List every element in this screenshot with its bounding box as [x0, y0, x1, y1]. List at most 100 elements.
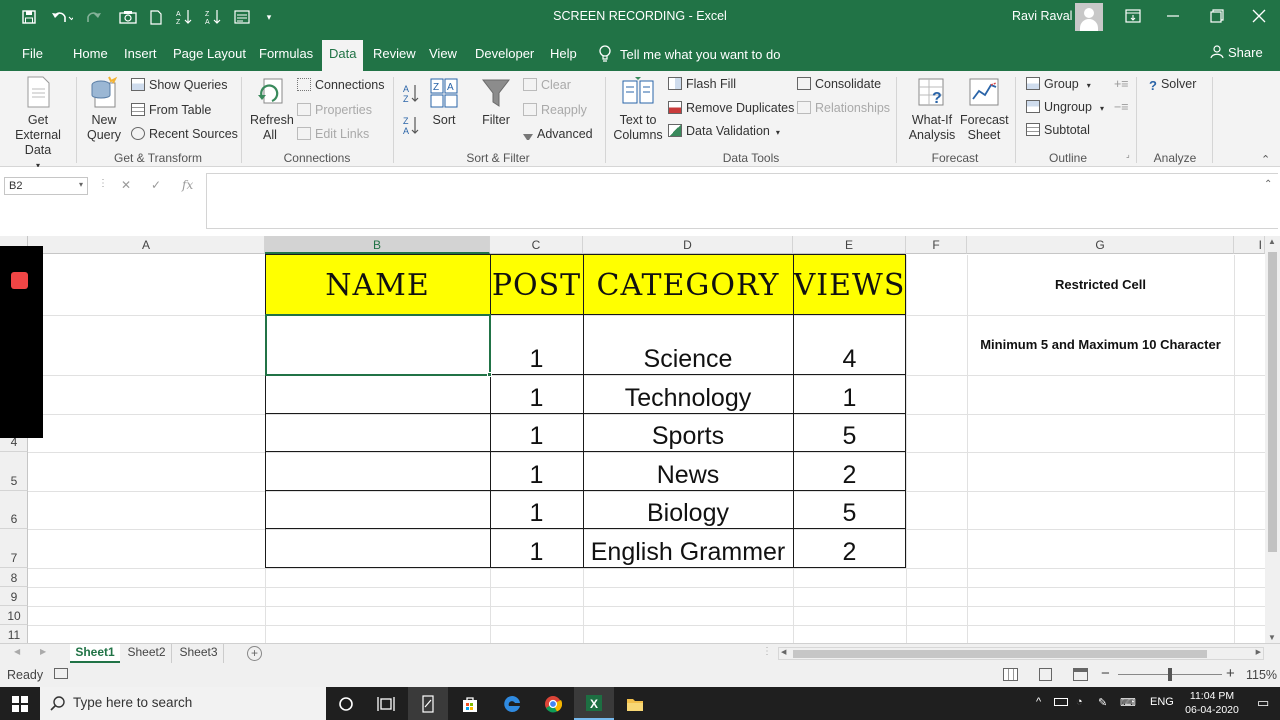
relationships-button[interactable]: Relationships	[797, 101, 890, 115]
solver-button[interactable]: ? Solver	[1149, 77, 1196, 93]
reapply-button[interactable]: Reapply	[523, 103, 587, 117]
tab-view[interactable]: View	[429, 46, 457, 61]
task-view-icon[interactable]	[366, 687, 406, 720]
tab-home[interactable]: Home	[73, 46, 108, 61]
sheet-tab-sheet1[interactable]: Sheet1	[70, 644, 120, 663]
scroll-down-icon[interactable]: ▼	[1268, 633, 1276, 642]
tab-formulas[interactable]: Formulas	[259, 46, 313, 61]
clock[interactable]: 11:04 PM 06-04-2020	[1172, 689, 1252, 717]
subtotal-button[interactable]: Subtotal	[1026, 123, 1090, 137]
tab-developer[interactable]: Developer	[475, 46, 534, 61]
keyboard-icon[interactable]: ⌨	[1120, 696, 1136, 709]
cell-views-3[interactable]: 5	[793, 414, 906, 452]
edit-links-button[interactable]: Edit Links	[297, 127, 369, 141]
restore-icon[interactable]	[1202, 4, 1232, 28]
connections-button[interactable]: Connections	[297, 78, 385, 92]
sort-a-to-z-button[interactable]: AZ	[403, 83, 419, 106]
cell-post-5[interactable]: 1	[490, 491, 583, 529]
horizontal-scrollbar[interactable]: ◀ ▶	[778, 647, 1264, 660]
zoom-in-icon[interactable]: +	[1226, 665, 1235, 682]
formula-input[interactable]	[206, 173, 1278, 229]
sort-ascending-icon[interactable]: AZ	[175, 8, 193, 26]
edge-browser-icon[interactable]	[492, 687, 532, 720]
pen-icon[interactable]: ✎	[1098, 696, 1107, 709]
tab-data[interactable]: Data	[322, 40, 364, 71]
cell-post-6[interactable]: 1	[490, 529, 583, 568]
recent-sources-button[interactable]: Recent Sources	[131, 127, 238, 141]
scroll-left-icon[interactable]: ◀	[781, 648, 786, 656]
scroll-up-icon[interactable]: ▲	[1268, 237, 1276, 246]
remove-duplicates-button[interactable]: Remove Duplicates	[668, 101, 794, 115]
forecast-sheet-button[interactable]: Forecast Sheet	[960, 75, 1009, 143]
name-box[interactable]: B2 ▾	[4, 177, 88, 195]
properties-button[interactable]: Properties	[297, 103, 372, 117]
cell-views-6[interactable]: 2	[793, 529, 906, 568]
new-file-icon[interactable]	[148, 8, 164, 26]
cell-name-3[interactable]	[265, 414, 490, 452]
tab-page-layout[interactable]: Page Layout	[173, 46, 246, 61]
cell-category-2[interactable]: Technology	[583, 375, 793, 414]
sort-z-to-a-button[interactable]: ZA	[403, 115, 419, 138]
network-icon[interactable]: ◔	[1076, 696, 1083, 708]
zoom-slider-thumb[interactable]	[1168, 668, 1172, 681]
cell-name-1[interactable]	[265, 315, 490, 375]
page-break-view-icon[interactable]	[1073, 668, 1088, 681]
tab-insert[interactable]: Insert	[124, 46, 157, 61]
battery-icon[interactable]	[1054, 698, 1068, 706]
show-detail-icon[interactable]: +≡	[1114, 77, 1129, 91]
what-if-analysis-button[interactable]: ? What-If Analysis	[902, 75, 962, 143]
taskbar-app-recorder-icon[interactable]	[408, 687, 448, 720]
dialog-launcher-icon[interactable]: ⌟	[1126, 150, 1130, 159]
sort-descending-icon[interactable]: ZA	[204, 8, 222, 26]
cell-name-5[interactable]	[265, 491, 490, 529]
ribbon-display-icon[interactable]	[1118, 4, 1148, 28]
note-restricted-cell[interactable]: Restricted Cell	[967, 277, 1234, 292]
collapse-ribbon-icon[interactable]: ⌃	[1261, 153, 1270, 166]
avatar[interactable]	[1075, 3, 1103, 31]
cell-name-2[interactable]	[265, 375, 490, 414]
advanced-button[interactable]: Advanced	[523, 127, 593, 141]
horizontal-scroll-thumb[interactable]	[793, 650, 1207, 658]
next-sheet-icon[interactable]: ▶	[40, 647, 46, 656]
cell-category-5[interactable]: Biology	[583, 491, 793, 529]
ungroup-button[interactable]: Ungroup ▾	[1026, 100, 1104, 114]
consolidate-button[interactable]: Consolidate	[797, 77, 881, 91]
user-name[interactable]: Ravi Raval	[1012, 9, 1072, 23]
file-explorer-icon[interactable]	[615, 687, 655, 720]
vertical-scroll-thumb[interactable]	[1268, 252, 1277, 552]
tab-help[interactable]: Help	[550, 46, 577, 61]
cell-name-4[interactable]	[265, 452, 490, 491]
close-icon[interactable]	[1244, 4, 1274, 28]
minimize-icon[interactable]	[1158, 4, 1188, 28]
cell-post-1[interactable]: 1	[490, 315, 583, 375]
tab-review[interactable]: Review	[373, 46, 416, 61]
hide-detail-icon[interactable]: −≡	[1114, 100, 1129, 114]
notifications-icon[interactable]: ▭	[1257, 695, 1269, 711]
filter-button[interactable]: Filter	[478, 77, 514, 128]
data-validation-button[interactable]: Data Validation ▾	[668, 124, 780, 138]
zoom-out-icon[interactable]: −	[1101, 665, 1110, 682]
sheet-tab-sheet3[interactable]: Sheet3	[174, 644, 224, 663]
add-sheet-icon[interactable]: +	[247, 646, 262, 661]
prev-sheet-icon[interactable]: ◀	[14, 647, 20, 656]
new-query-button[interactable]: New Query	[80, 75, 128, 143]
cell-views-2[interactable]: 1	[793, 375, 906, 414]
cell-category-6[interactable]: English Grammer	[583, 529, 793, 568]
cell-views-5[interactable]: 5	[793, 491, 906, 529]
cell-category-3[interactable]: Sports	[583, 414, 793, 452]
form-icon[interactable]	[233, 8, 251, 26]
cortana-icon[interactable]	[326, 687, 366, 720]
cancel-icon[interactable]: ✕	[121, 178, 131, 192]
clear-button[interactable]: Clear	[523, 78, 571, 92]
cell-post-2[interactable]: 1	[490, 375, 583, 414]
tell-me-box[interactable]: Tell me what you want to do	[598, 45, 780, 63]
enter-icon[interactable]: ✓	[151, 178, 161, 192]
vertical-scrollbar[interactable]: ▲ ▼	[1265, 236, 1280, 643]
group-button[interactable]: Group ▾	[1026, 77, 1091, 91]
store-icon[interactable]	[450, 687, 490, 720]
redo-icon[interactable]	[84, 8, 108, 26]
cell-category-4[interactable]: News	[583, 452, 793, 491]
sheet-tab-sheet2[interactable]: Sheet2	[122, 644, 172, 663]
customize-toolbar-icon[interactable]: ▾	[262, 8, 276, 26]
cell-name-6[interactable]	[265, 529, 490, 568]
